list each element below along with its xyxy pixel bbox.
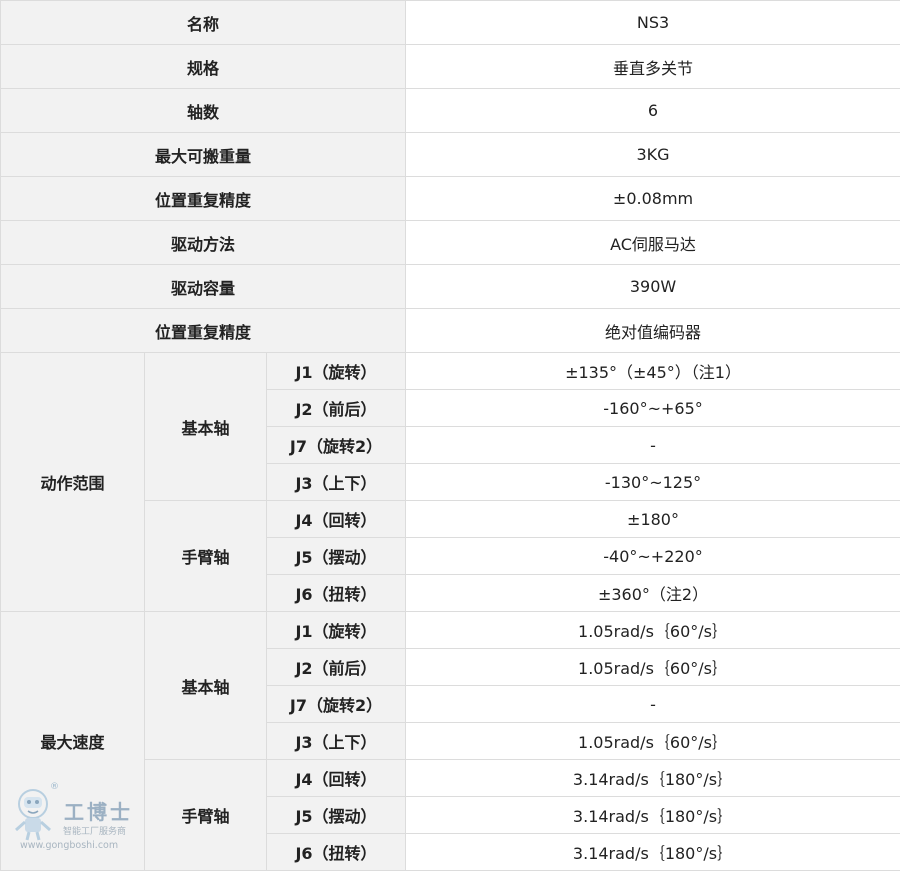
row-label: 驱动方法: [1, 221, 406, 265]
table-row: 轴数 6: [1, 89, 900, 133]
row-label: 名称: [1, 1, 406, 45]
table-row: 位置重复精度 绝对值编码器: [1, 309, 900, 353]
axis-label: J6（扭转）: [267, 834, 406, 871]
table-row: 规格 垂直多关节: [1, 45, 900, 89]
table-row: 名称 NS3: [1, 1, 900, 45]
axis-value: ±135°（±45°）（注1）: [406, 353, 900, 390]
axis-label: J3（上下）: [267, 723, 406, 760]
axis-value: ±180°: [406, 501, 900, 538]
axis-value: -: [406, 427, 900, 464]
row-label: 驱动容量: [1, 265, 406, 309]
row-label: 规格: [1, 45, 406, 89]
axis-value: 3.14rad/s｛180°/s｝: [406, 760, 900, 797]
axis-label: J7（旋转2）: [267, 686, 406, 723]
motion-arm-axis-label: 手臂轴: [145, 501, 267, 612]
row-label: 最大可搬重量: [1, 133, 406, 177]
axis-value: -: [406, 686, 900, 723]
row-value: 3KG: [406, 133, 900, 177]
axis-value: -130°~125°: [406, 464, 900, 501]
table-row: 驱动方法 AC伺服马达: [1, 221, 900, 265]
row-value: 390W: [406, 265, 900, 309]
axis-value: 3.14rad/s｛180°/s｝: [406, 834, 900, 871]
axis-value: 1.05rad/s｛60°/s｝: [406, 612, 900, 649]
axis-value: 1.05rad/s｛60°/s｝: [406, 649, 900, 686]
row-label: 位置重复精度: [1, 177, 406, 221]
axis-value: 1.05rad/s｛60°/s｝: [406, 723, 900, 760]
table-row: 驱动容量 390W: [1, 265, 900, 309]
row-value: ±0.08mm: [406, 177, 900, 221]
row-value: 绝对值编码器: [406, 309, 900, 353]
row-value: NS3: [406, 1, 900, 45]
row-value: AC伺服马达: [406, 221, 900, 265]
axis-label: J3（上下）: [267, 464, 406, 501]
axis-label: J4（回转）: [267, 760, 406, 797]
speed-arm-axis-label: 手臂轴: [145, 760, 267, 871]
motion-basic-axis-label: 基本轴: [145, 353, 267, 501]
axis-label: J7（旋转2）: [267, 427, 406, 464]
axis-label: J1（旋转）: [267, 612, 406, 649]
axis-label: J4（回转）: [267, 501, 406, 538]
row-value: 垂直多关节: [406, 45, 900, 89]
motion-range-label: 动作范围: [1, 353, 145, 612]
axis-label: J5（摆动）: [267, 538, 406, 575]
axis-label: J6（扭转）: [267, 575, 406, 612]
table-row: 最大可搬重量 3KG: [1, 133, 900, 177]
max-speed-label: 最大速度: [1, 612, 145, 871]
row-label: 轴数: [1, 89, 406, 133]
spec-table: 名称 NS3 规格 垂直多关节 轴数 6 最大可搬重量 3KG 位置重复精度 ±…: [0, 0, 900, 871]
axis-label: J2（前后）: [267, 649, 406, 686]
axis-value: ±360°（注2）: [406, 575, 900, 612]
table-row: 位置重复精度 ±0.08mm: [1, 177, 900, 221]
axis-value: 3.14rad/s｛180°/s｝: [406, 797, 900, 834]
axis-value: -40°~+220°: [406, 538, 900, 575]
axis-label: J5（摆动）: [267, 797, 406, 834]
table-row: 动作范围 基本轴 J1（旋转） ±135°（±45°）（注1）: [1, 353, 900, 390]
speed-basic-axis-label: 基本轴: [145, 612, 267, 760]
row-label: 位置重复精度: [1, 309, 406, 353]
row-value: 6: [406, 89, 900, 133]
axis-label: J1（旋转）: [267, 353, 406, 390]
axis-value: -160°~+65°: [406, 390, 900, 427]
table-row: 最大速度 基本轴 J1（旋转） 1.05rad/s｛60°/s｝: [1, 612, 900, 649]
axis-label: J2（前后）: [267, 390, 406, 427]
